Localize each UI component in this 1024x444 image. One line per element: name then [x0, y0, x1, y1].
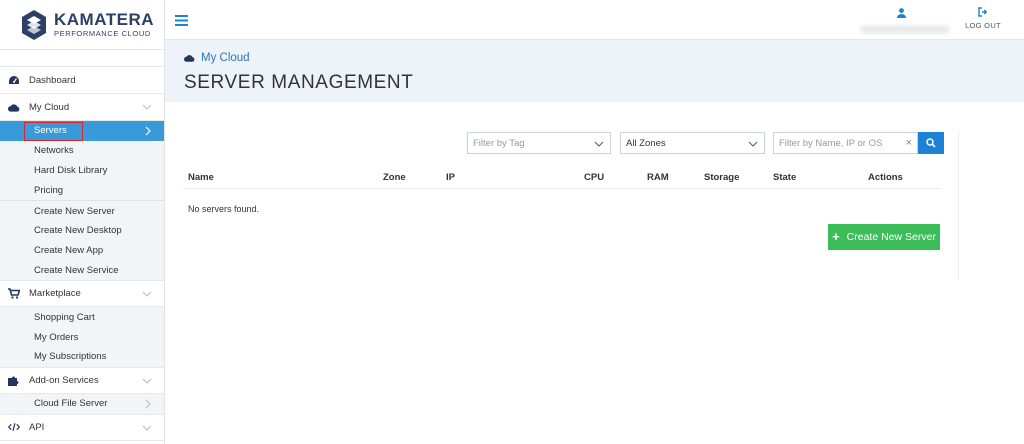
sidebar-item-label: Dashboard — [29, 74, 76, 86]
sidebar-item-hard-disk-library[interactable]: Hard Disk Library — [0, 161, 164, 181]
sidebar-item-label: Create New App — [34, 245, 104, 257]
create-new-server-label: Create New Server — [846, 231, 936, 243]
chevron-down-icon — [748, 141, 758, 147]
clear-icon[interactable]: × — [906, 137, 912, 149]
user-menu[interactable] — [860, 8, 950, 34]
sidebar-item-label: My Cloud — [29, 101, 70, 113]
sidebar-item-create-desktop[interactable]: Create New Desktop — [0, 221, 164, 241]
chevron-right-icon — [145, 126, 151, 136]
sidebar-item-label: Create New Server — [34, 205, 115, 217]
user-icon — [897, 8, 906, 18]
chevron-down-icon — [594, 141, 604, 147]
brand-tagline: PERFORMANCE CLOUD — [54, 28, 151, 38]
hamburger-menu-icon[interactable] — [175, 15, 188, 26]
logout-button[interactable]: LOG OUT — [963, 7, 1003, 31]
cart-icon — [8, 288, 20, 300]
logout-icon — [978, 7, 988, 17]
sidebar-item-api[interactable]: API — [0, 413, 164, 441]
code-icon — [8, 421, 20, 433]
sidebar-item-label: Pricing — [34, 184, 64, 196]
column-header-ram[interactable]: RAM — [647, 172, 669, 183]
column-header-zone[interactable]: Zone — [383, 172, 406, 183]
server-panel: Filter by Tag All Zones × Name Zone IP C… — [183, 130, 959, 280]
addons-submenu: Cloud File Server — [0, 393, 164, 414]
column-header-ip[interactable]: IP — [446, 172, 455, 183]
cloud-icon — [184, 55, 195, 62]
page-header: My Cloud SERVER MANAGEMENT — [165, 40, 1024, 102]
tag-filter-select[interactable]: Filter by Tag — [467, 132, 611, 154]
sidebar-item-my-cloud[interactable]: My Cloud — [0, 94, 164, 121]
sidebar: KAMATERA PERFORMANCE CLOUD Dashboard My … — [0, 0, 165, 444]
breadcrumb-label: My Cloud — [201, 52, 250, 64]
sidebar-item-label: Create New Service — [34, 264, 119, 276]
sidebar-item-my-subscriptions[interactable]: My Subscriptions — [0, 347, 164, 367]
search-field: × — [773, 132, 918, 154]
sidebar-item-cloud-file-server[interactable]: Cloud File Server — [0, 394, 164, 414]
breadcrumb[interactable]: My Cloud — [184, 52, 250, 64]
sidebar-item-label: Shopping Cart — [34, 311, 95, 323]
puzzle-icon — [8, 374, 20, 386]
column-header-state[interactable]: State — [773, 172, 796, 183]
column-header-actions: Actions — [868, 172, 903, 183]
table-header: Name Zone IP CPU RAM Storage State Actio… — [183, 168, 940, 189]
cloud-icon — [8, 101, 20, 113]
sidebar-item-label: Cloud File Server — [34, 398, 108, 410]
sidebar-item-label: My Subscriptions — [34, 351, 107, 363]
brand-name: KAMATERA — [54, 9, 155, 29]
dashboard-icon — [8, 74, 20, 86]
sidebar-item-label: Marketplace — [29, 288, 81, 300]
search-input[interactable] — [774, 133, 902, 153]
sidebar-item-label: My Orders — [34, 331, 79, 343]
sidebar-item-label: Networks — [34, 145, 74, 157]
search-button[interactable] — [918, 132, 944, 154]
zone-filter-value: All Zones — [626, 137, 666, 149]
sidebar-item-label: Add-on Services — [29, 374, 99, 386]
sidebar-item-label: API — [29, 421, 45, 433]
user-name-redacted — [860, 25, 950, 34]
sidebar-item-create-app[interactable]: Create New App — [0, 241, 164, 261]
marketplace-submenu: Shopping Cart My Orders My Subscriptions — [0, 307, 164, 367]
sidebar-item-dashboard[interactable]: Dashboard — [0, 67, 164, 94]
sidebar-item-shopping-cart[interactable]: Shopping Cart — [0, 307, 164, 327]
page-title: SERVER MANAGEMENT — [184, 72, 414, 93]
create-new-server-button[interactable]: + Create New Server — [828, 224, 940, 250]
plus-icon: + — [832, 229, 840, 244]
top-bar: LOG OUT — [165, 0, 1024, 40]
column-header-storage[interactable]: Storage — [704, 172, 739, 183]
sidebar-item-addon-services[interactable]: Add-on Services — [0, 366, 164, 394]
sidebar-item-servers[interactable]: Servers — [0, 121, 164, 141]
sidebar-item-pricing[interactable]: Pricing — [0, 180, 164, 200]
logout-label: LOG OUT — [965, 21, 1001, 30]
column-header-cpu[interactable]: CPU — [584, 172, 604, 183]
sidebar-item-create-service[interactable]: Create New Service — [0, 261, 164, 281]
empty-table-message: No servers found. — [188, 204, 260, 214]
chevron-right-icon — [145, 399, 151, 409]
sidebar-item-label: Create New Desktop — [34, 225, 122, 237]
kamatera-logo-icon — [22, 9, 46, 40]
search-icon — [926, 138, 936, 148]
chevron-down-icon — [142, 378, 152, 384]
highlight-box — [24, 122, 83, 141]
zone-filter-select[interactable]: All Zones — [620, 132, 765, 154]
sidebar-item-create-server[interactable]: Create New Server — [0, 201, 164, 221]
sidebar-item-label: Hard Disk Library — [34, 164, 108, 176]
sidebar-item-networks[interactable]: Networks — [0, 141, 164, 161]
my-cloud-submenu: Servers Networks Hard Disk Library Prici… — [0, 121, 164, 281]
sidebar-item-my-orders[interactable]: My Orders — [0, 327, 164, 347]
chevron-down-icon — [142, 104, 152, 110]
sidebar-item-marketplace[interactable]: Marketplace — [0, 280, 164, 308]
column-header-name[interactable]: Name — [188, 172, 214, 183]
chevron-down-icon — [142, 292, 152, 298]
logo[interactable]: KAMATERA PERFORMANCE CLOUD — [0, 0, 164, 50]
chevron-down-icon — [142, 425, 152, 431]
tag-filter-placeholder: Filter by Tag — [473, 137, 525, 149]
